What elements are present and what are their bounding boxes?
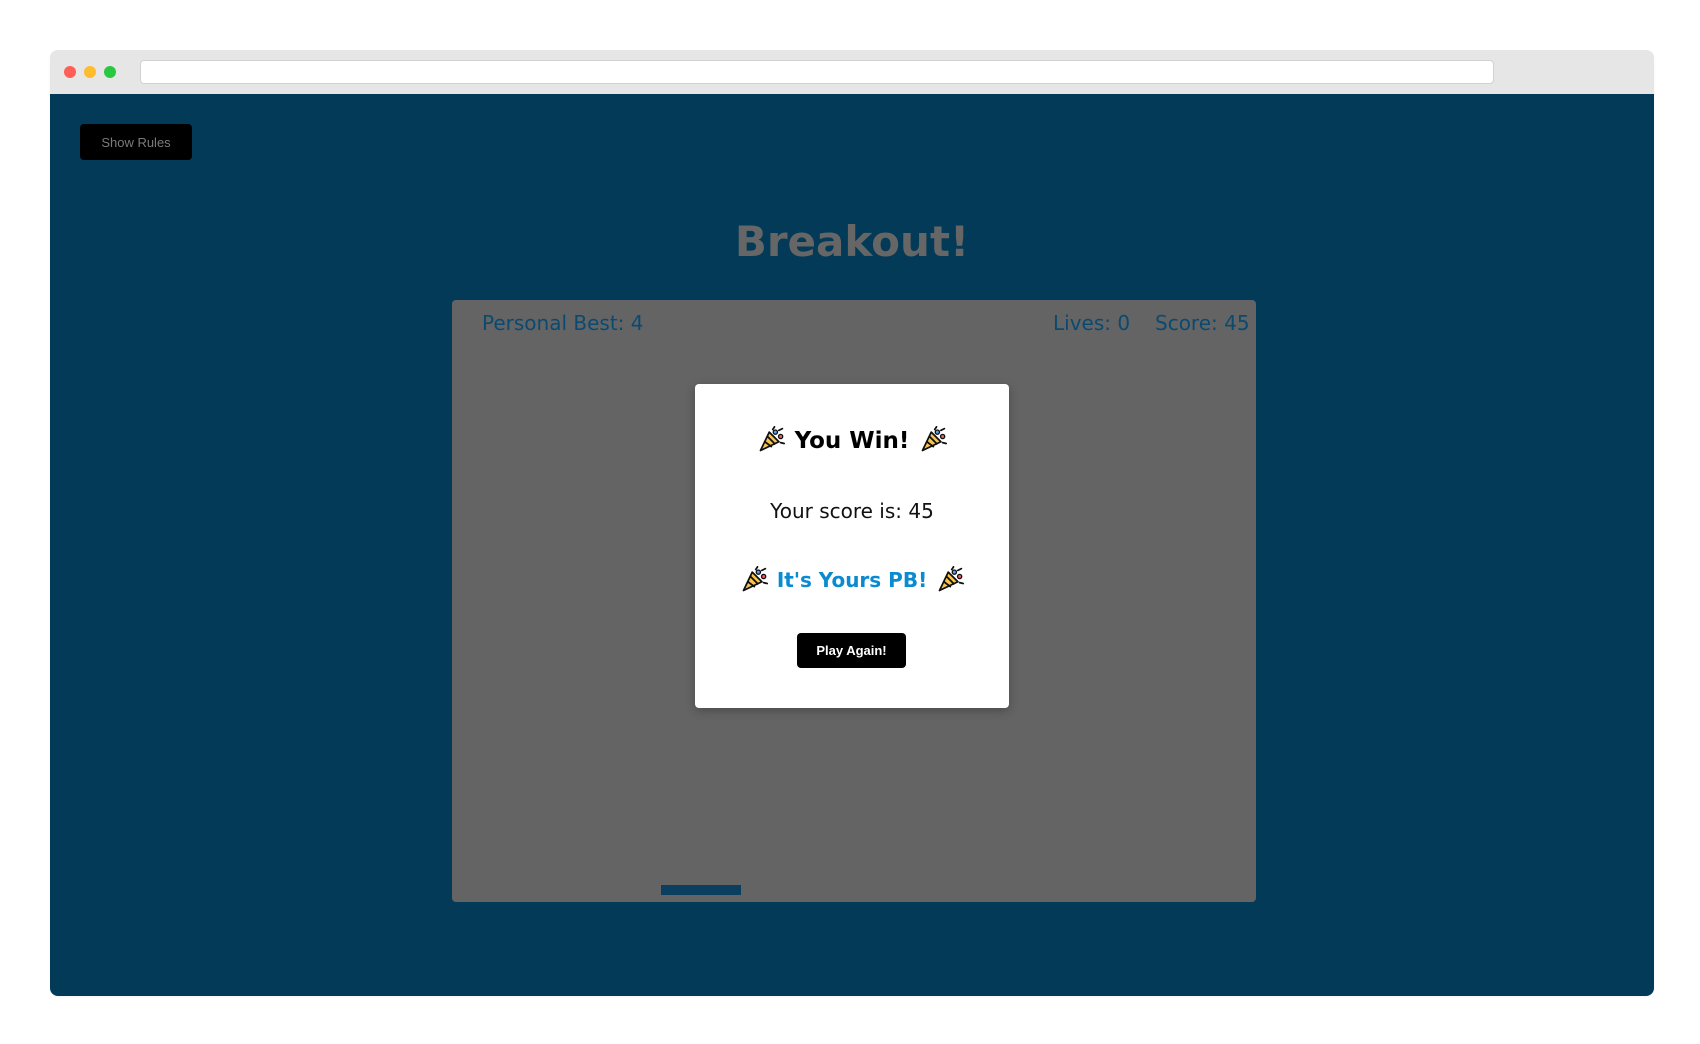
score-text: Score: 45: [1155, 311, 1250, 335]
browser-titlebar: [50, 50, 1654, 94]
party-popper-icon: [919, 425, 948, 454]
personal-best-text: Personal Best: 4: [482, 311, 644, 335]
pb-message-text: It's Yours PB!: [776, 568, 928, 592]
win-title-text: You Win!: [794, 428, 910, 454]
browser-window: Show Rules Breakout! Personal Best: 4 Li…: [50, 50, 1654, 996]
game-page: Show Rules Breakout! Personal Best: 4 Li…: [50, 94, 1654, 996]
paddle[interactable]: [661, 885, 741, 895]
window-maximize-icon[interactable]: [104, 66, 116, 78]
window-minimize-icon[interactable]: [84, 66, 96, 78]
party-popper-icon: [740, 565, 768, 594]
party-popper-icon: [936, 565, 965, 594]
lives-text: Lives: 0: [1053, 311, 1131, 335]
play-again-button[interactable]: Play Again!: [797, 633, 906, 668]
personal-best-message: It's Yours PB!: [695, 565, 1009, 596]
address-bar[interactable]: [140, 60, 1494, 84]
final-score-text: Your score is: 45: [770, 499, 934, 523]
win-modal: You Win! Your score is: 45 It's Yours PB…: [695, 384, 1009, 708]
show-rules-button[interactable]: Show Rules: [80, 124, 192, 160]
window-close-icon[interactable]: [64, 66, 76, 78]
party-popper-icon: [757, 425, 785, 454]
win-title: You Win!: [695, 425, 1009, 457]
game-title: Breakout!: [734, 217, 970, 266]
